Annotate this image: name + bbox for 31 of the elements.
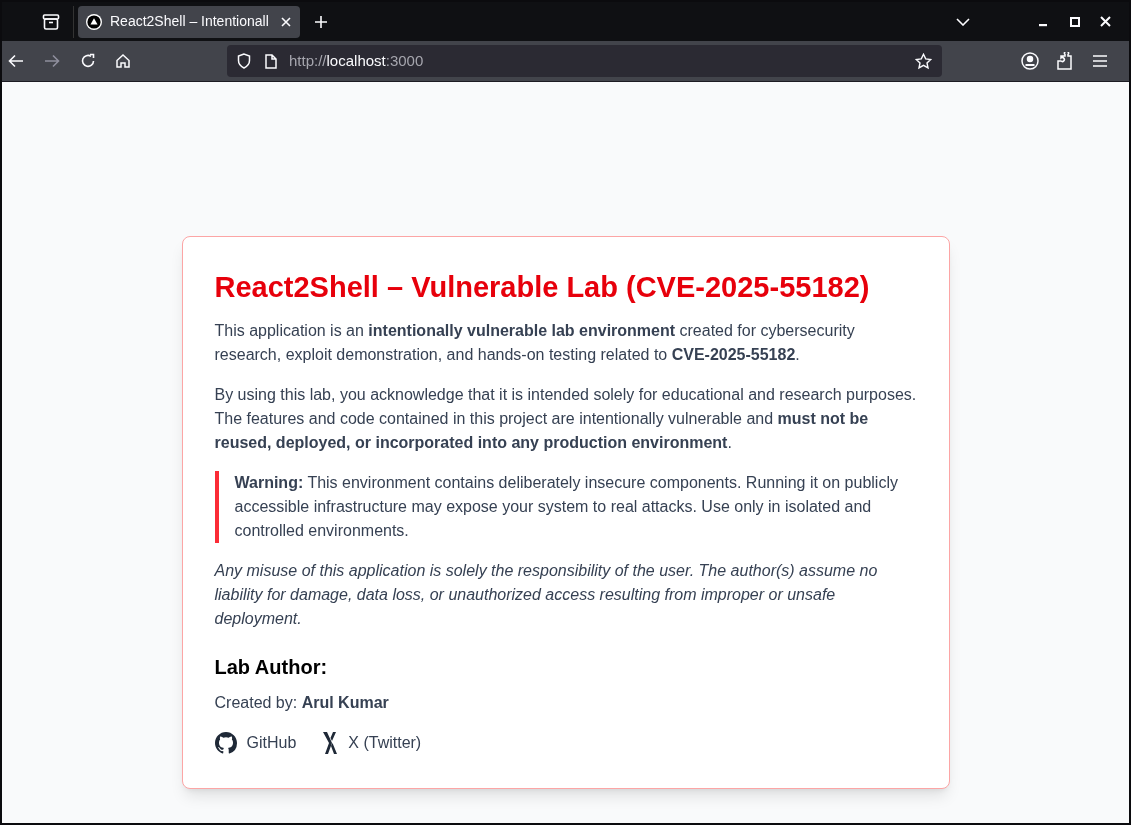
author-heading: Lab Author: <box>214 655 329 680</box>
social-link[interactable]: X (Twitter) <box>322 731 422 755</box>
disclaimer-text: Any misuse of this application is solely the responsibility of the user. The author(s) assume no liability for damage, data loss, or unauthorized access resulting from improper or unsafe deployment. <box>214 561 879 629</box>
x-logo-icon <box>322 731 339 755</box>
author-text: Created by: Arul Kumar <box>214 693 390 713</box>
tab-title: React2Shell – Intentionall <box>110 12 270 31</box>
warning-text: Warning: This environment contains deliberately insecure components. Running it on publicly accessible infrastructure may expose your system to real attacks. Use only in isolated and controlled environments. <box>214 471 917 543</box>
page-icon <box>265 53 277 69</box>
paragraph: This application is an intentionally vulnerable lab environment created for cybersecurity research, exploit demonstration, and hands-on testing related to CVE-2025-55182. <box>214 321 856 365</box>
browser-tab[interactable]: React2Shell – Intentionall <box>78 5 300 38</box>
address-bar[interactable]: http://localhost:3000 <box>227 45 942 77</box>
social-link[interactable]: GitHub <box>214 731 297 755</box>
menu-icon[interactable] <box>1093 55 1107 67</box>
close-icon[interactable] <box>280 15 292 28</box>
shield-icon[interactable] <box>237 53 251 69</box>
maximize-icon[interactable] <box>1070 16 1080 27</box>
close-icon[interactable] <box>1100 16 1111 27</box>
paragraph: By using this lab, you acknowledge that it is intended solely for educational and research purposes. The features and code contained in this project are intentionally vulnerable and must not be reused, deployed, or incorporated into any production environment. <box>214 385 917 453</box>
extensions-icon[interactable] <box>1057 52 1073 70</box>
star-icon[interactable] <box>915 52 932 70</box>
site-logo-icon <box>86 13 102 30</box>
new-tab-icon[interactable] <box>314 14 328 29</box>
forward-icon[interactable] <box>44 54 60 68</box>
chevron-down-icon[interactable] <box>956 17 970 26</box>
github-icon <box>214 732 237 754</box>
home-icon[interactable] <box>115 53 131 69</box>
back-icon[interactable] <box>8 54 24 68</box>
url-text[interactable]: http://localhost:3000 <box>289 49 424 73</box>
page-title: React2Shell – Vulnerable Lab (CVE-2025-55182) <box>214 270 871 305</box>
reload-icon[interactable] <box>80 53 96 69</box>
account-icon[interactable] <box>1021 52 1039 70</box>
